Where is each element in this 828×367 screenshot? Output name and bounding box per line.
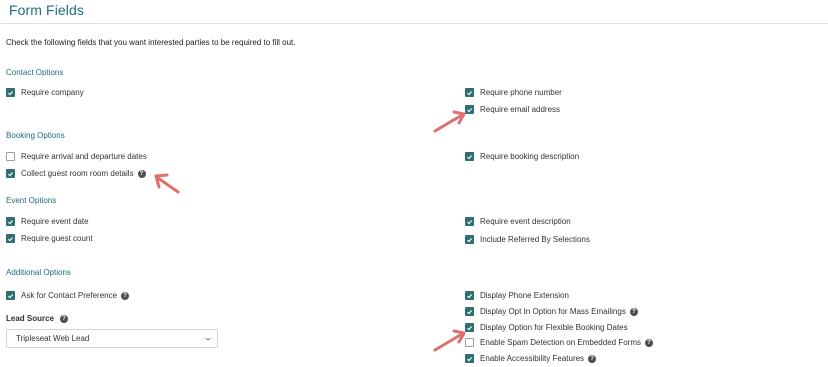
lead-source-value: Tripleseat Web Lead	[16, 334, 90, 343]
require-booking-description-option[interactable]: Require booking description	[465, 152, 579, 161]
accessibility-checkbox[interactable]	[465, 354, 474, 363]
contact-preference-option[interactable]: Ask for Contact Preference ?	[6, 291, 130, 300]
collect-room-details-option[interactable]: Collect guest room room details ?	[6, 169, 146, 178]
accessibility-label: Enable Accessibility Features	[480, 354, 585, 363]
section-booking-options: Booking Options	[6, 131, 65, 140]
require-company-label: Require company	[21, 88, 84, 97]
section-event-options: Event Options	[6, 196, 57, 205]
contact-preference-label: Ask for Contact Preference	[21, 291, 118, 300]
require-email-option[interactable]: Require email address	[465, 105, 560, 114]
help-icon[interactable]: ?	[588, 354, 597, 363]
require-guest-count-option[interactable]: Require guest count	[6, 234, 93, 243]
help-icon[interactable]: ?	[60, 314, 69, 323]
require-phone-checkbox[interactable]	[465, 88, 474, 97]
annotation-arrow-icon	[433, 110, 466, 133]
help-icon[interactable]: ?	[137, 169, 146, 178]
require-event-date-option[interactable]: Require event date	[6, 217, 89, 226]
require-event-date-label: Require event date	[21, 217, 89, 226]
opt-in-label: Display Opt In Option for Mass Emailings	[480, 307, 626, 316]
lead-source-select[interactable]: Tripleseat Web Lead	[6, 329, 218, 348]
phone-extension-label: Display Phone Extension	[480, 291, 569, 300]
accessibility-option[interactable]: Enable Accessibility Features ?	[465, 354, 597, 363]
section-additional-options: Additional Options	[6, 268, 71, 277]
annotation-arrow-icon	[154, 173, 180, 194]
section-contact-options: Contact Options	[6, 68, 64, 77]
help-icon[interactable]: ?	[629, 307, 638, 316]
require-event-description-checkbox[interactable]	[465, 217, 474, 226]
flexible-dates-label: Display Option for Flexible Booking Date…	[480, 323, 628, 332]
contact-preference-checkbox[interactable]	[6, 291, 15, 300]
phone-extension-checkbox[interactable]	[465, 291, 474, 300]
require-event-description-option[interactable]: Require event description	[465, 217, 571, 226]
require-phone-option[interactable]: Require phone number	[465, 88, 562, 97]
require-company-option[interactable]: Require company	[6, 88, 84, 97]
require-dates-checkbox[interactable]	[6, 152, 15, 161]
annotation-arrow-icon	[433, 329, 466, 352]
lead-source-label-row: Lead Source ?	[6, 314, 69, 323]
require-event-date-checkbox[interactable]	[6, 217, 15, 226]
collect-room-details-label: Collect guest room room details	[21, 169, 134, 178]
require-guest-count-checkbox[interactable]	[6, 234, 15, 243]
require-event-description-label: Require event description	[480, 217, 571, 226]
include-referred-option[interactable]: Include Referred By Selections	[465, 235, 590, 244]
spam-detection-option[interactable]: Enable Spam Detection on Embedded Forms …	[465, 338, 653, 347]
require-booking-description-checkbox[interactable]	[465, 152, 474, 161]
include-referred-label: Include Referred By Selections	[480, 235, 590, 244]
flexible-dates-option[interactable]: Display Option for Flexible Booking Date…	[465, 323, 628, 332]
require-dates-label: Require arrival and departure dates	[21, 152, 147, 161]
spam-detection-label: Enable Spam Detection on Embedded Forms	[480, 338, 641, 347]
intro-text: Check the following fields that you want…	[6, 38, 296, 47]
require-company-checkbox[interactable]	[6, 88, 15, 97]
require-guest-count-label: Require guest count	[21, 234, 93, 243]
header-divider	[0, 23, 828, 24]
opt-in-option[interactable]: Display Opt In Option for Mass Emailings…	[465, 307, 638, 316]
require-phone-label: Require phone number	[480, 88, 562, 97]
help-icon[interactable]: ?	[644, 338, 653, 347]
require-email-label: Require email address	[480, 105, 561, 114]
help-icon[interactable]: ?	[121, 291, 130, 300]
page-title: Form Fields	[9, 2, 84, 18]
chevron-down-icon	[205, 337, 211, 341]
collect-room-details-checkbox[interactable]	[6, 169, 15, 178]
include-referred-checkbox[interactable]	[465, 235, 474, 244]
require-booking-description-label: Require booking description	[480, 152, 580, 161]
require-dates-option[interactable]: Require arrival and departure dates	[6, 152, 147, 161]
opt-in-checkbox[interactable]	[465, 307, 474, 316]
lead-source-label: Lead Source	[6, 314, 55, 323]
phone-extension-option[interactable]: Display Phone Extension	[465, 291, 569, 300]
